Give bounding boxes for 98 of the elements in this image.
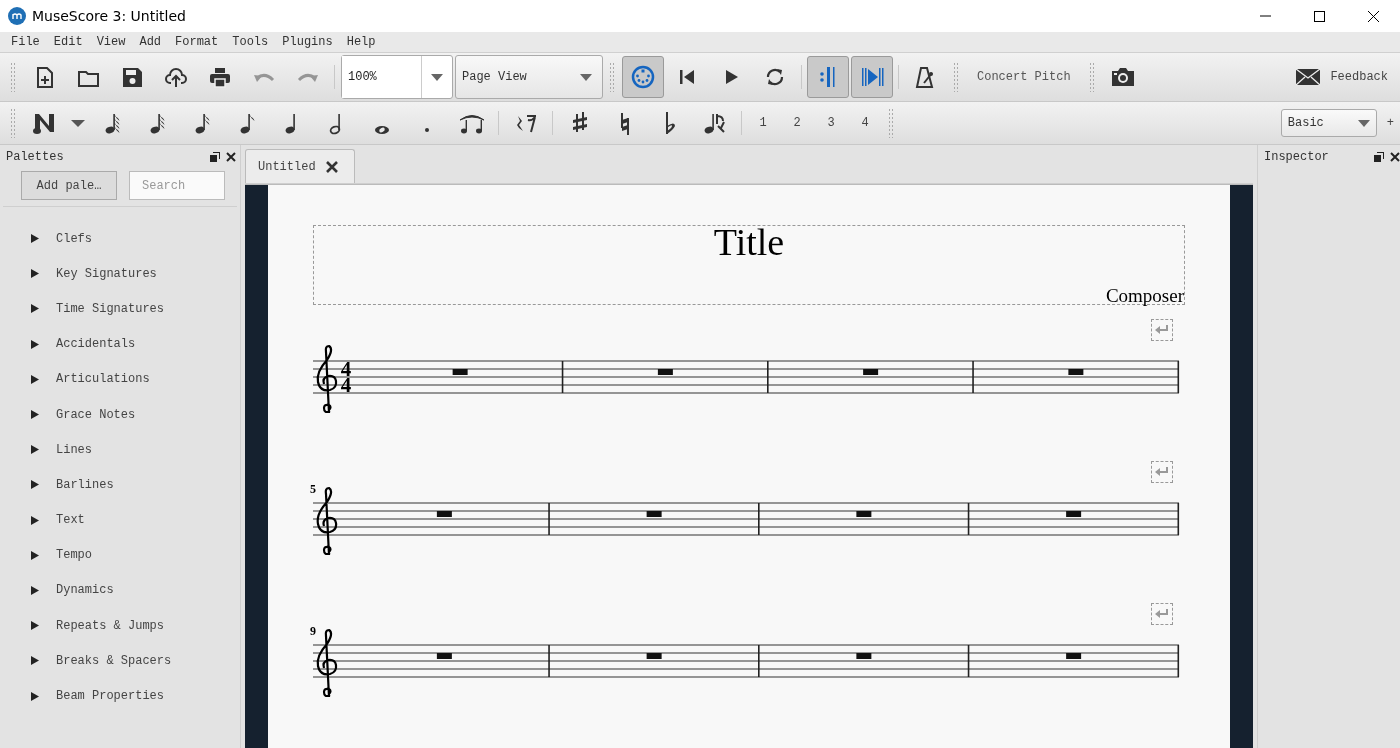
whole-rest [452,369,468,375]
barline [972,361,974,393]
whole-rest [436,653,452,659]
voice-button[interactable]: 1 [746,116,780,130]
whole-rest [863,369,879,375]
barline [967,503,970,535]
palette-item[interactable]: Tempo [0,537,240,573]
caret-icon [71,119,85,127]
whole-rest [436,511,452,517]
palette-item[interactable]: Dynamics [0,572,240,609]
treble-clef-icon [316,628,338,699]
camera-icon [1109,66,1136,88]
search-field[interactable]: Search [129,171,225,200]
app-logo-icon [8,7,26,25]
whole-rest [1066,511,1082,517]
panel-title: Inspector [1264,150,1330,164]
zoom-combo[interactable]: 100% [341,55,453,99]
palette-item[interactable]: Breaks & Spacers [0,643,240,679]
repeat-barline-button[interactable] [807,56,849,98]
view-mode-dropdown[interactable]: Page View [455,55,603,99]
whole-rest [1068,369,1084,375]
menu-item[interactable]: Add [132,35,169,49]
palette-item[interactable]: Key Signatures [0,256,240,292]
midi-port-icon [631,65,655,89]
play-to-bar-button[interactable] [851,56,893,98]
maximize-icon[interactable] [1312,9,1326,23]
palette-item[interactable]: Articulations [0,361,240,397]
barline [967,645,970,677]
close-icon[interactable] [1366,9,1380,23]
barline [758,645,760,677]
midi-port-button[interactable] [622,56,664,98]
palette-item[interactable]: Time Signatures [0,291,240,327]
dot-icon [424,128,429,132]
menu-item[interactable]: Format [168,35,226,49]
whole-rest [856,511,872,517]
concert-pitch-button[interactable]: Concert Pitch [969,66,1079,88]
measure-number: 9 [310,624,316,638]
palette-item[interactable]: Beam Properties [0,678,240,714]
caret-icon [580,73,592,81]
menu-item[interactable]: File [4,35,47,49]
barline [548,503,550,535]
add-workspace-button[interactable]: + [1386,116,1394,130]
whole-note-icon [374,126,389,134]
cloud-upload-icon [164,65,188,89]
voice-button[interactable]: 4 [848,116,882,130]
barline [548,645,550,677]
barline [1177,361,1180,393]
printer-icon [208,65,232,89]
envelope-icon [1295,68,1322,86]
feedback-button[interactable]: Feedback [1295,68,1388,86]
barline [758,503,760,535]
window-title: MuseScore 3: Untitled [32,8,186,24]
menu-item[interactable]: Tools [225,35,276,49]
whole-rest [1066,653,1082,659]
voice-button[interactable]: 3 [814,116,848,130]
workspace-dropdown[interactable]: Basic [1280,109,1377,137]
add-palettes-button[interactable]: Add pale… [21,171,117,200]
menu-item[interactable]: Help [339,35,383,49]
score-tab[interactable]: Untitled [245,149,355,183]
menu-item[interactable]: Plugins [275,35,340,49]
whole-rest [646,653,662,659]
barline [1177,645,1180,677]
barline [1177,503,1180,535]
undock-icon[interactable] [1374,152,1384,162]
whole-rest [657,369,673,375]
barline [767,361,769,393]
play-to-bar-icon [860,65,884,89]
line-break-icon [1151,461,1173,483]
measure-number: 5 [310,482,316,496]
menu-item[interactable]: View [89,35,133,49]
line-break-icon [1151,603,1173,625]
barline [561,361,564,393]
redo-icon [297,72,319,82]
menu-item[interactable]: Edit [46,35,90,49]
palette-item[interactable]: Grace Notes [0,396,240,433]
line-break-icon [1151,319,1173,341]
save-icon [120,65,144,89]
palette-item[interactable]: Lines [0,432,240,468]
close-icon[interactable] [1390,152,1400,162]
palette-item[interactable]: Repeats & Jumps [0,608,240,644]
close-icon[interactable] [325,160,338,173]
treble-clef-icon [316,344,338,415]
caret-icon [431,73,443,81]
palette-item[interactable]: Text [0,502,240,538]
undo-icon [253,72,275,82]
whole-rest [856,653,872,659]
treble-clef-icon [316,486,338,557]
voice-button[interactable]: 2 [780,116,814,130]
palette-item[interactable]: Accidentals [0,326,240,362]
score-title: Title [713,220,785,264]
palette-item[interactable]: Barlines [0,467,240,503]
score-composer: Composer [1105,285,1184,307]
whole-rest [646,511,662,517]
undock-icon[interactable] [210,152,220,162]
close-icon[interactable] [226,152,236,162]
caret-icon [1357,119,1370,127]
palette-item[interactable]: Clefs [0,221,240,257]
panel-title: Palettes [6,150,65,164]
